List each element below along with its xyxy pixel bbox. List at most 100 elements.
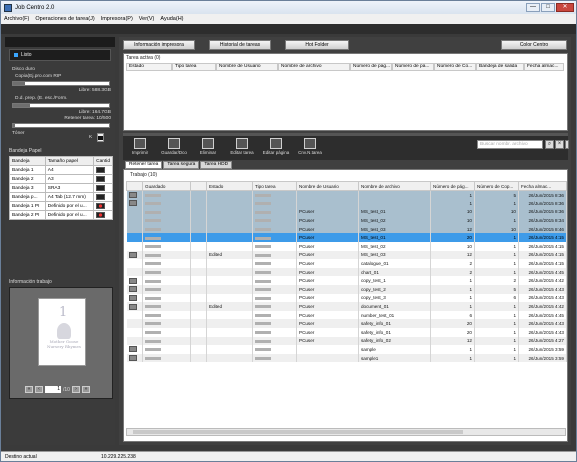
job-row[interactable]: PCuser catalogue_01 2 1 26/Jun/2015 4:15 — [126, 259, 567, 268]
job-row[interactable]: PCuser copy_test_3 1 6 26/Jun/2015 4:43 — [126, 293, 567, 303]
maximize-button[interactable]: □ — [541, 3, 555, 12]
delete-button[interactable]: Eliminar — [193, 137, 223, 159]
menu-ayuda[interactable]: Ayuda(H) — [160, 16, 183, 22]
tray-row[interactable]: Bandeja 1 A4 — [9, 165, 113, 175]
col-archivo[interactable]: Nombre de archivo — [358, 181, 431, 191]
clear-search-icon[interactable]: × — [555, 140, 564, 149]
active-col-tipo[interactable]: Tipo tarea — [172, 63, 216, 71]
page-number-input[interactable]: 1 — [45, 386, 61, 393]
close-button[interactable]: ✕ — [556, 3, 574, 12]
col-estado[interactable]: Estado — [206, 181, 253, 191]
scroll-thumb[interactable] — [133, 430, 463, 434]
col-blank[interactable] — [190, 181, 207, 191]
col-guardado[interactable]: Guardado — [142, 181, 191, 191]
job-row[interactable]: PCuser MS_test_02 10 1 26/Jun/2015 4:15 — [126, 242, 567, 251]
tab-retener[interactable]: Retener tarea — [125, 161, 163, 169]
next-page-button[interactable]: › — [71, 386, 80, 393]
job-row[interactable]: PCuser copy_test_2 1 5 26/Jun/2015 4:43 — [126, 285, 567, 294]
menu-archivo[interactable]: Archivo(F) — [4, 16, 29, 22]
active-col-fecha[interactable]: Fecha almac... — [524, 63, 564, 71]
search-input[interactable]: Buscar nombr. archivo — [477, 140, 543, 149]
printer-info-button[interactable]: Información impresora — [123, 40, 195, 50]
active-col-pag1[interactable]: Número de pág... — [350, 63, 392, 71]
job-row[interactable]: PCuser safety_info_02 12 1 26/Jun/2015 4:27 — [126, 336, 567, 346]
col-fecha[interactable]: Fecha almac... — [518, 181, 567, 191]
col-tipo[interactable]: Tipo tarea — [252, 181, 297, 191]
tray-row[interactable]: Bandeja 3 SRA3 — [9, 183, 113, 193]
edit-job-button[interactable]: Editar tarea — [227, 137, 257, 159]
job-tipo — [252, 353, 297, 363]
job-history-button[interactable]: Historial de tareas — [209, 40, 271, 50]
last-page-button[interactable]: » — [81, 386, 90, 393]
col-icon[interactable] — [126, 181, 143, 191]
job-tipo — [252, 190, 297, 200]
search-options-icon[interactable] — [565, 140, 569, 149]
job-fecha: 26/Jun/2015 4:27 — [518, 336, 567, 346]
tray-col-size[interactable]: Tamaño papel — [44, 156, 95, 166]
job-tipo — [252, 310, 297, 320]
job-row[interactable]: PCuser MS_test_01 20 1 26/Jun/2015 4:15 — [126, 233, 567, 243]
redacted-value — [255, 356, 271, 360]
redacted-value — [255, 322, 271, 326]
job-estado — [206, 285, 253, 294]
tray-row[interactable]: Bandeja 2 PI Definido por el u... — [9, 210, 113, 220]
disk-label: Disco duro — [12, 67, 35, 72]
job-row[interactable]: PCuser chart_01 2 1 26/Jun/2015 4:45 — [126, 267, 567, 277]
job-usuario: PCuser — [296, 293, 359, 303]
job-row[interactable]: PCuser MS_test_01 10 10 26/Jun/2015 8:36 — [126, 207, 567, 217]
tray-empty-icon — [96, 203, 106, 209]
job-copias: 1 — [474, 233, 519, 243]
job-flag — [190, 276, 207, 286]
job-row[interactable]: PCuser safety_info_01 20 1 26/Jun/2015 4:43 — [126, 328, 567, 337]
col-usuario[interactable]: Nombre de Usuario — [296, 181, 359, 191]
job-archivo: copy_test_3 — [358, 293, 431, 303]
active-col-usuario[interactable]: Nombre de Usuario — [216, 63, 278, 71]
job-row[interactable]: 1 1 26/Jun/2015 8:36 — [126, 199, 567, 208]
job-fecha: 26/Jun/2015 4:43 — [518, 319, 567, 328]
active-col-copias[interactable]: Número de Co... — [434, 63, 476, 71]
menu-operaciones[interactable]: Operaciones de tarea(J) — [35, 16, 94, 22]
edit-page-button[interactable]: Editar página — [261, 137, 291, 159]
search-icon[interactable]: ⌕ — [545, 140, 554, 149]
job-row[interactable]: PCuser number_test_01 6 1 26/Jun/2015 4:45 — [126, 310, 567, 320]
job-row[interactable]: PCuser MS_test_03 12 10 26/Jun/2015 8:46 — [126, 224, 567, 234]
horizontal-scrollbar[interactable] — [126, 428, 566, 436]
tray-size: SRA3 — [44, 183, 95, 193]
save-button[interactable]: Guardar/Dco — [159, 137, 189, 159]
color-centro-button[interactable]: Color Centro — [501, 40, 567, 50]
job-tipo — [252, 267, 297, 277]
job-row[interactable]: PCuser safety_info_01 20 1 26/Jun/2015 4:43 — [126, 319, 567, 328]
active-col-bandeja[interactable]: Bandeja de salida — [476, 63, 524, 71]
active-jobs-title: Tarea activa (0) — [126, 55, 161, 61]
job-row[interactable]: PCuser MS_test_02 10 1 26/Jun/2015 8:34 — [126, 216, 567, 225]
col-paginas[interactable]: Número de pág... — [430, 181, 475, 191]
col-copias[interactable]: Número de Cop... — [474, 181, 519, 191]
job-paginas: 1 — [430, 190, 475, 200]
menu-impresora[interactable]: Impresora(P) — [101, 16, 133, 22]
rename-job-button[interactable]: Cnv.N.tarea — [295, 137, 325, 159]
minimize-button[interactable]: — — [526, 3, 540, 12]
active-col-archivo[interactable]: Nombre de archivo — [278, 63, 350, 71]
job-row[interactable]: PCuser copy_test_1 1 2 26/Jun/2015 4:42 — [126, 276, 567, 286]
tray-col-bandeja[interactable]: Bandeja — [9, 156, 46, 166]
job-row[interactable]: 1 5 26/Jun/2015 8:36 — [126, 190, 567, 200]
tab-segura[interactable]: Tarea segura — [163, 161, 200, 169]
active-col-estado[interactable]: Estado — [126, 63, 172, 71]
tray-row[interactable]: Bandeja 2 A3 — [9, 174, 113, 184]
job-row[interactable]: Edited PCuser document_01 1 1 26/Jun/2015 4:4… — [126, 302, 567, 311]
job-row[interactable]: sample1 1 1 26/Jun/2015 3:59 — [126, 353, 567, 363]
job-archivo: safety_info_02 — [358, 336, 431, 346]
tab-hdd[interactable]: Tarea HDD — [200, 161, 233, 169]
job-row[interactable]: sample 1 1 26/Jun/2015 3:59 — [126, 345, 567, 354]
hot-folder-button[interactable]: Hot Folder — [285, 40, 349, 50]
tray-row[interactable]: Bandeja 1 PI Definido por el u... — [9, 201, 113, 211]
menu-ver[interactable]: Ver(V) — [139, 16, 155, 22]
active-col-pag2[interactable]: Número de pá... — [392, 63, 434, 71]
job-row[interactable]: Edited PCuser MS_test_03 12 1 26/Jun/2015 4:1… — [126, 250, 567, 260]
prev-page-button[interactable]: ‹ — [35, 386, 43, 393]
print-button[interactable]: Imprimir — [125, 137, 155, 159]
redacted-value — [145, 202, 161, 206]
tray-row[interactable]: Bandeja p... A4 Tab (12.7 mm) — [9, 192, 113, 202]
tray-col-qty[interactable]: Cantid — [93, 156, 113, 166]
first-page-button[interactable]: « — [25, 386, 33, 393]
